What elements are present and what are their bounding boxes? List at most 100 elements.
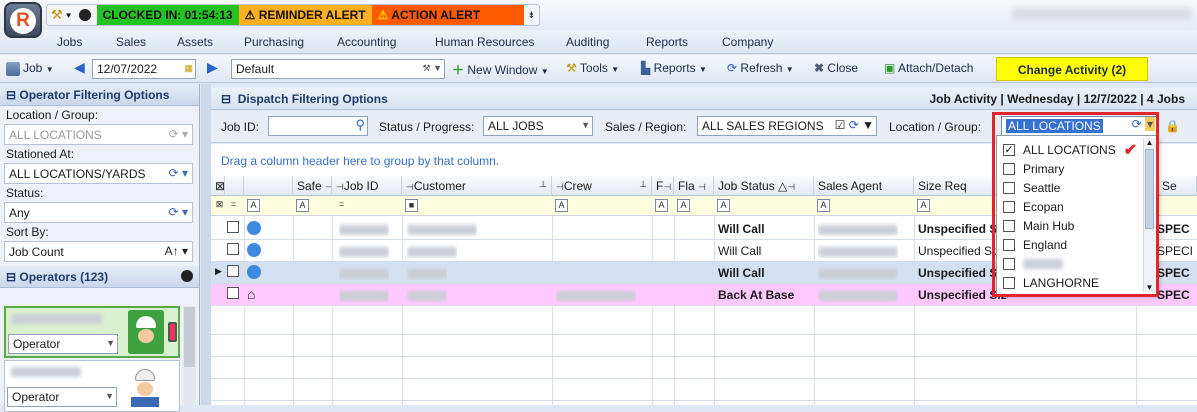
sort-by-select[interactable]: Job Count A↑ ▾ <box>4 241 193 262</box>
empty-row <box>211 379 1197 401</box>
calendar-icon[interactable]: ▦ <box>184 63 193 74</box>
pin-icon[interactable]: ⊣ <box>325 182 331 192</box>
operator-card[interactable]: Operator ▼ <box>4 306 180 358</box>
pin-icon[interactable]: ⊣ <box>406 182 414 192</box>
layout-select[interactable]: Default ⚒ ▼ <box>231 59 445 79</box>
operators-header[interactable]: ⊟ Operators (123) <box>0 266 199 288</box>
close-button[interactable]: ✖ Close <box>814 61 858 75</box>
header-safe[interactable]: Safe ⊣ <box>293 176 332 196</box>
row-checkbox[interactable] <box>227 287 247 302</box>
status-select[interactable]: Any ⟳ ▾ <box>4 202 193 223</box>
sort-az-icon[interactable]: A↑ ▾ <box>165 244 188 258</box>
chevron-down-icon[interactable]: ⚒ ▼ <box>423 63 442 74</box>
collapse-icon[interactable]: ⊟ <box>221 92 238 106</box>
menu-auditing[interactable]: Auditing <box>566 35 609 49</box>
menu-reports[interactable]: Reports <box>646 35 688 49</box>
refresh-icon[interactable]: ⟳ ▾ <box>169 166 188 180</box>
sales-region-select[interactable]: ALL SALES REGIONS ☑ ⟳ ▼ <box>697 116 877 136</box>
filter-list-icon[interactable]: ■ <box>405 199 418 212</box>
refresh-icon[interactable]: ⟳ ▾ <box>169 205 188 219</box>
filter-text-icon[interactable]: A <box>717 199 730 212</box>
dispatch-filter-title[interactable]: ⊟ Dispatch Filtering Options <box>221 92 388 106</box>
column-chooser-icon[interactable]: ⊠ <box>211 176 225 196</box>
app-logo[interactable]: R <box>4 2 42 38</box>
job-activity-summary: Job Activity | Wednesday | 12/7/2022 | 4… <box>929 92 1185 106</box>
pin-icon[interactable]: ⊣ <box>663 182 671 192</box>
job-menu-button[interactable]: Job ▼ <box>6 61 54 76</box>
menu-sales[interactable]: Sales <box>116 35 146 49</box>
operator-location-select[interactable]: ALL LOCATIONS ⟳ ▾ <box>4 124 193 145</box>
menu-purchasing[interactable]: Purchasing <box>244 35 304 49</box>
collapse-icon[interactable]: ⊟ <box>6 270 19 284</box>
pin-icon[interactable]: ⊣ <box>336 182 344 192</box>
checkbox-icon <box>227 287 239 299</box>
header-job-status[interactable]: Job Status △⊣ <box>714 176 814 196</box>
tools-icon: ⚒ <box>566 61 577 75</box>
filter-text-icon[interactable]: A <box>655 199 668 212</box>
filter-text-icon[interactable]: A <box>555 199 568 212</box>
menu-human-resources[interactable]: Human Resources <box>435 35 534 49</box>
pin-icon[interactable]: ⊣ <box>698 182 706 192</box>
filter-equals-icon[interactable]: = <box>227 199 240 212</box>
previous-date-icon[interactable]: ◀ <box>74 59 85 76</box>
filter-text-icon[interactable]: A <box>247 199 260 212</box>
pin-icon[interactable]: ⊣ <box>556 182 564 192</box>
filter-text-icon[interactable]: A <box>917 199 930 212</box>
change-activity-button[interactable]: Change Activity (2) <box>996 57 1148 81</box>
stationed-at-select[interactable]: ALL LOCATIONS/YARDS ⟳ ▾ <box>4 163 193 184</box>
dropdown-arrow-icon[interactable]: ▼ <box>65 11 73 20</box>
clocked-in-badge[interactable]: CLOCKED IN: 01:54:13 <box>96 5 239 25</box>
search-icon[interactable]: ⚲ <box>355 117 365 133</box>
pin-icon[interactable]: ⊣ <box>787 182 795 192</box>
tools-button[interactable]: ⚒ Tools ▼ <box>566 61 619 75</box>
operator-role-select[interactable]: Operator ▼ <box>8 334 118 354</box>
action-alert-badge[interactable]: ⚠ ACTION ALERT <box>371 5 524 25</box>
home-icon[interactable]: ⌂ <box>247 286 255 302</box>
info-icon[interactable] <box>247 265 261 282</box>
header-se-label: Se <box>1162 179 1177 193</box>
operator-role-select[interactable]: Operator ▼ <box>7 387 117 407</box>
checkbox-refresh-icon[interactable]: ☑ ⟳ ▼ <box>835 118 874 132</box>
row-checkbox[interactable] <box>227 221 247 236</box>
operator-filter-header[interactable]: ⊟ Operator Filtering Options <box>0 84 199 106</box>
pin-icon[interactable]: ⊥ <box>639 179 647 190</box>
row-checkbox[interactable] <box>227 243 247 258</box>
header-f[interactable]: F⊣ <box>652 176 674 196</box>
reports-button[interactable]: ▙ Reports ▼ <box>641 61 707 75</box>
header-customer[interactable]: ⊣Customer ⊥ <box>402 176 552 196</box>
attach-detach-button[interactable]: ▣ Attach/Detach <box>884 61 973 75</box>
collapse-icon[interactable]: ⊟ <box>6 88 19 102</box>
operator-scrollbar[interactable] <box>183 306 196 405</box>
header-fla[interactable]: Fla ⊣ <box>674 176 714 196</box>
filter-text-icon[interactable]: A <box>677 199 690 212</box>
status-progress-select[interactable]: ALL JOBS ▼ <box>483 116 593 136</box>
panel-splitter[interactable] <box>201 84 211 405</box>
operator-card[interactable]: Operator ▼ <box>4 360 180 412</box>
phone-icon[interactable] <box>168 322 177 342</box>
reminder-alert-badge[interactable]: ⚠ REMINDER ALERT <box>238 5 372 25</box>
pin-icon[interactable]: ⊥ <box>539 179 547 190</box>
customize-toolbar-icon[interactable]: ⇟ <box>528 10 536 21</box>
next-date-icon[interactable]: ▶ <box>207 59 218 76</box>
new-window-button[interactable]: ＋ New Window ▼ <box>452 61 549 78</box>
job-id-input[interactable]: ⚲ <box>268 116 368 136</box>
menu-jobs[interactable]: Jobs <box>57 35 82 49</box>
lock-icon[interactable]: 🔒 <box>1165 119 1180 133</box>
menu-accounting[interactable]: Accounting <box>337 35 396 49</box>
filter-text-icon[interactable]: A <box>296 199 309 212</box>
menu-assets[interactable]: Assets <box>177 35 213 49</box>
hammer-icon[interactable]: ⚒ <box>51 7 63 23</box>
info-icon[interactable] <box>247 243 261 260</box>
clock-icon[interactable] <box>181 270 193 282</box>
header-sales-agent[interactable]: Sales Agent <box>814 176 914 196</box>
date-picker[interactable]: 12/07/2022 ▦ <box>92 59 196 79</box>
row-checkbox[interactable] <box>227 265 247 280</box>
menu-company[interactable]: Company <box>722 35 773 49</box>
quick-access-bar: ⚒ ▼ CLOCKED IN: 01:54:13 ⚠ REMINDER ALER… <box>46 4 541 26</box>
header-crew[interactable]: ⊣Crew ⊥ <box>552 176 652 196</box>
refresh-button[interactable]: ⟳ Refresh ▼ <box>727 61 794 75</box>
filter-equals-icon[interactable]: = <box>335 199 348 212</box>
header-job-id[interactable]: ⊣Job ID <box>332 176 402 196</box>
filter-text-icon[interactable]: A <box>817 199 830 212</box>
info-icon[interactable] <box>247 221 261 238</box>
